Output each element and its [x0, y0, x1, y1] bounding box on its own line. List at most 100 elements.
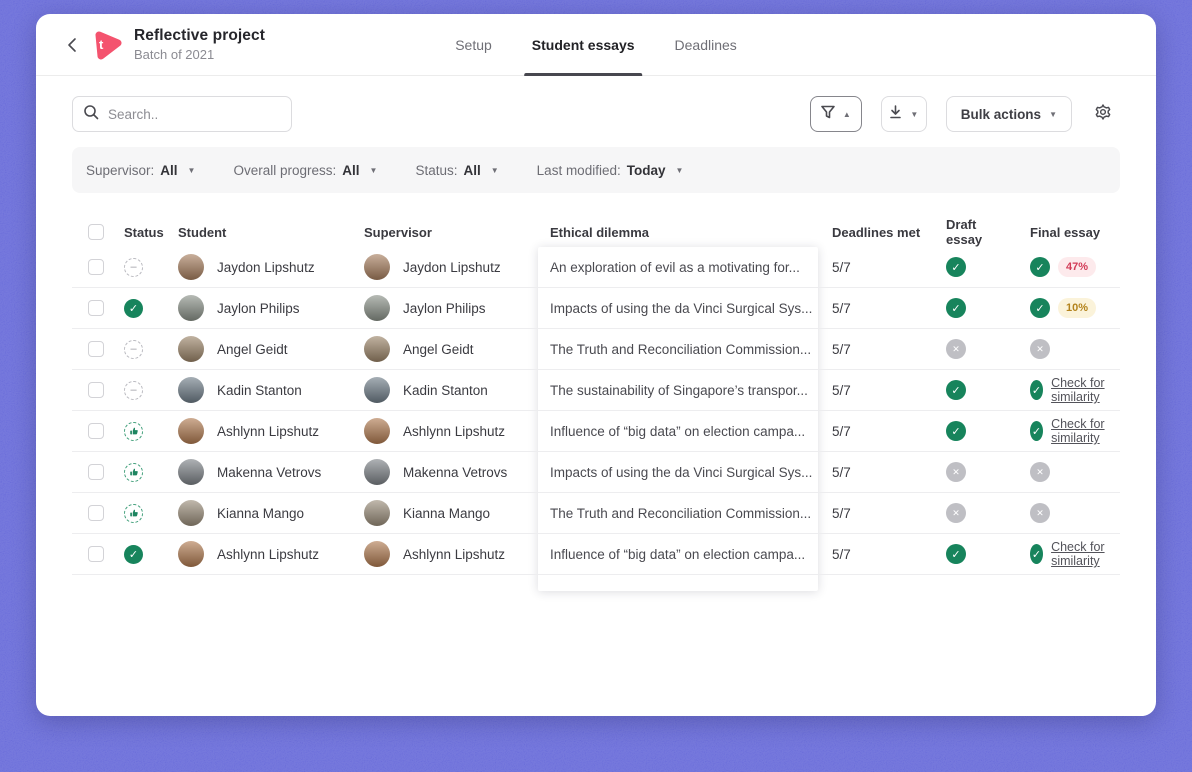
filter-last-modified[interactable]: Last modified: Today ▼ — [537, 163, 684, 178]
final-essay-done-icon: ✓ — [1030, 257, 1050, 277]
select-all-checkbox[interactable] — [88, 224, 104, 240]
supervisor-name: Ashlynn Lipshutz — [403, 547, 505, 562]
row-checkbox[interactable] — [88, 300, 104, 316]
ethical-dilemma-title: Impacts of using the da Vinci Surgical S… — [550, 301, 812, 316]
row-checkbox[interactable] — [88, 341, 104, 357]
table-row[interactable]: – ✓ Kadin Stanton Kadin Stanton The sust… — [72, 370, 1120, 411]
table-row[interactable]: – ✓ Jaydon Lipshutz Jaydon Lipshutz An e… — [72, 247, 1120, 288]
status-review-thumbs-up-icon — [124, 463, 143, 482]
page-title: Reflective project — [134, 27, 265, 45]
tab-bar: Setup Student essays Deadlines — [455, 14, 737, 76]
deadlines-met-value: 5/7 — [832, 506, 851, 521]
student-name: Ashlynn Lipshutz — [217, 424, 319, 439]
student-avatar — [178, 295, 204, 321]
status-review-thumbs-up-icon — [124, 504, 143, 523]
deadlines-met-value: 5/7 — [832, 465, 851, 480]
final-essay-missing-icon: ✕ — [1030, 462, 1050, 482]
column-header-ethical-dilemma: Ethical dilemma — [538, 225, 818, 240]
draft-essay-done-icon: ✓ — [946, 257, 966, 277]
deadlines-met-value: 5/7 — [832, 383, 851, 398]
table-row[interactable]: – ✓ Kianna Mango Kianna Mango The Truth … — [72, 493, 1120, 534]
bulk-actions-button[interactable]: Bulk actions ▼ — [946, 96, 1072, 132]
student-name: Kianna Mango — [217, 506, 304, 521]
row-checkbox[interactable] — [88, 464, 104, 480]
supervisor-avatar — [364, 500, 390, 526]
final-essay-done-icon: ✓ — [1030, 298, 1050, 318]
tab-student-essays[interactable]: Student essays — [532, 14, 635, 76]
logo-letter: t — [99, 37, 103, 52]
filter-supervisor[interactable]: Supervisor: All ▼ — [86, 163, 195, 178]
table-row[interactable]: – ✓ Ashlynn Lipshutz Ashlynn Lipshutz In… — [72, 411, 1120, 452]
supervisor-avatar — [364, 254, 390, 280]
caret-down-icon: ▼ — [1049, 110, 1057, 119]
deadlines-met-value: 5/7 — [832, 547, 851, 562]
filter-value: Today — [627, 163, 666, 178]
tab-setup[interactable]: Setup — [455, 14, 492, 76]
check-for-similarity-link[interactable]: Check for similarity — [1051, 376, 1120, 404]
supervisor-name: Ashlynn Lipshutz — [403, 424, 505, 439]
search-input[interactable] — [108, 107, 268, 122]
student-avatar — [178, 459, 204, 485]
filter-status[interactable]: Status: All ▼ — [415, 163, 498, 178]
draft-essay-done-icon: ✓ — [946, 380, 966, 400]
table-row[interactable]: – ✓ Angel Geidt Angel Geidt The Truth an… — [72, 329, 1120, 370]
ethical-dilemma-title: The sustainability of Singapore’s transp… — [550, 383, 808, 398]
filter-bar: Supervisor: All ▼ Overall progress: All … — [72, 147, 1120, 193]
status-pending-icon: – — [124, 258, 143, 277]
row-checkbox[interactable] — [88, 382, 104, 398]
caret-down-icon: ▼ — [370, 166, 378, 175]
column-header-deadlines-met: Deadlines met — [818, 225, 932, 240]
row-checkbox[interactable] — [88, 505, 104, 521]
student-avatar — [178, 336, 204, 362]
filter-value: All — [160, 163, 177, 178]
supervisor-avatar — [364, 377, 390, 403]
table-row[interactable]: – ✓ Ashlynn Lipshutz Ashlynn Lipshutz In… — [72, 534, 1120, 575]
table-row[interactable]: – ✓ Makenna Vetrovs Makenna Vetrovs Impa… — [72, 452, 1120, 493]
project-logo: t — [92, 30, 122, 60]
ethical-dilemma-title: The Truth and Reconciliation Commission.… — [550, 342, 811, 357]
ethical-dilemma-title: Influence of “big data” on election camp… — [550, 424, 805, 439]
deadlines-met-value: 5/7 — [832, 301, 851, 316]
table-row[interactable]: – ✓ Jaylon Philips Jaylon Philips Impact… — [72, 288, 1120, 329]
bulk-actions-label: Bulk actions — [961, 107, 1041, 122]
filter-button[interactable]: ▲ — [810, 96, 862, 132]
draft-essay-missing-icon: ✕ — [946, 462, 966, 482]
filter-value: All — [342, 163, 359, 178]
draft-essay-done-icon: ✓ — [946, 544, 966, 564]
caret-down-icon: ▼ — [910, 110, 918, 119]
column-header-supervisor: Supervisor — [364, 225, 538, 240]
gear-icon — [1094, 103, 1112, 126]
settings-button[interactable] — [1086, 96, 1120, 132]
tab-deadlines[interactable]: Deadlines — [675, 14, 737, 76]
deadlines-met-value: 5/7 — [832, 424, 851, 439]
status-review-thumbs-up-icon — [124, 422, 143, 441]
caret-down-icon: ▼ — [675, 166, 683, 175]
draft-essay-missing-icon: ✕ — [946, 339, 966, 359]
export-button[interactable]: ▼ — [881, 96, 927, 132]
column-header-status: Status — [116, 225, 170, 240]
filter-value: All — [463, 163, 480, 178]
final-essay-missing-icon: ✕ — [1030, 339, 1050, 359]
supervisor-avatar — [364, 418, 390, 444]
check-for-similarity-link[interactable]: Check for similarity — [1051, 417, 1120, 445]
main-window: t Reflective project Batch of 2021 Setup… — [36, 14, 1156, 716]
row-checkbox[interactable] — [88, 259, 104, 275]
status-approved-check-icon: ✓ — [124, 545, 143, 564]
ethical-dilemma-title: Impacts of using the da Vinci Surgical S… — [550, 465, 812, 480]
similarity-score-badge: 10% — [1058, 298, 1096, 318]
status-pending-icon: – — [124, 340, 143, 359]
status-pending-icon: – — [124, 381, 143, 400]
check-for-similarity-link[interactable]: Check for similarity — [1051, 540, 1120, 568]
row-checkbox[interactable] — [88, 546, 104, 562]
search-box[interactable] — [72, 96, 292, 132]
back-button[interactable] — [60, 33, 84, 57]
row-checkbox[interactable] — [88, 423, 104, 439]
supervisor-avatar — [364, 459, 390, 485]
students-table: Status Student Supervisor Ethical dilemm… — [72, 217, 1120, 575]
student-avatar — [178, 500, 204, 526]
filter-overall-progress[interactable]: Overall progress: All ▼ — [233, 163, 377, 178]
supervisor-avatar — [364, 336, 390, 362]
draft-essay-done-icon: ✓ — [946, 421, 966, 441]
supervisor-name: Angel Geidt — [403, 342, 474, 357]
caret-down-icon: ▼ — [188, 166, 196, 175]
